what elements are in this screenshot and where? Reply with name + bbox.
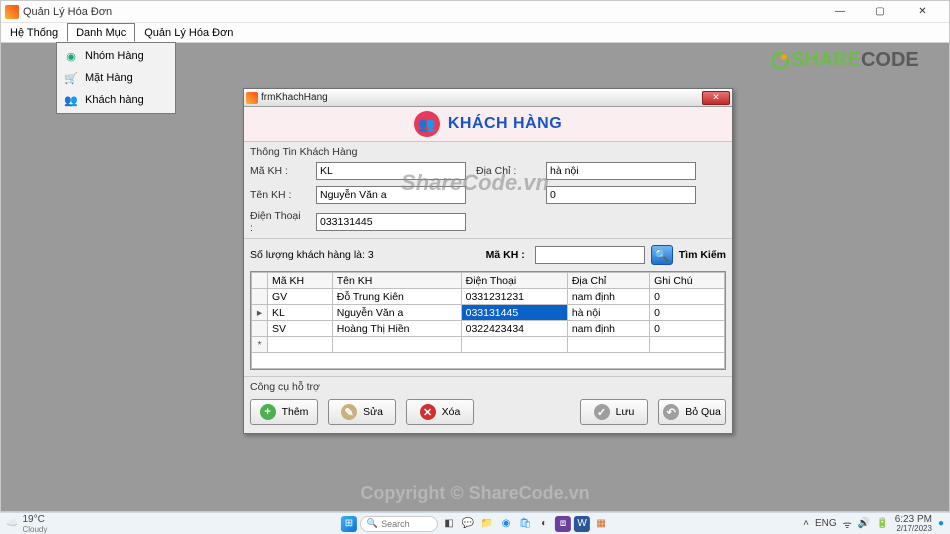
menu-item-mat-hang[interactable]: 🛒 Mặt Hàng bbox=[59, 67, 173, 89]
count-text: Số lượng khách hàng là: 3 bbox=[250, 249, 374, 261]
customer-window: frmKhachHang ✕ 👥 KHÁCH HÀNG Thông Tin Kh… bbox=[243, 88, 733, 434]
people-icon: 👥 bbox=[63, 92, 79, 108]
sql-icon[interactable]: ▦ bbox=[593, 516, 609, 532]
magnifier-icon: 🔍 bbox=[654, 248, 669, 262]
label-ma-kh: Mã KH : bbox=[250, 165, 306, 177]
search-input[interactable] bbox=[535, 246, 645, 264]
minimize-button[interactable]: — bbox=[820, 1, 860, 23]
battery-icon[interactable]: 🔋 bbox=[876, 518, 888, 529]
toolbar-title: Công cụ hỗ trợ bbox=[250, 381, 726, 393]
col-ghi-chu[interactable]: Ghi Chú bbox=[650, 273, 725, 289]
customers-icon: 👥 bbox=[414, 111, 440, 137]
label-dia-chi: Địa Chỉ : bbox=[476, 165, 536, 177]
menu-item-label: Khách hàng bbox=[85, 94, 144, 106]
input-dia-chi[interactable] bbox=[546, 162, 696, 180]
clock[interactable]: 6:23 PM 2/17/2023 bbox=[895, 515, 932, 533]
plus-icon: + bbox=[260, 404, 276, 420]
menu-quan-ly-hoa-don[interactable]: Quản Lý Hóa Đơn bbox=[135, 23, 242, 42]
menubar: Hệ Thống Danh Mục Quản Lý Hóa Đơn bbox=[1, 23, 949, 43]
search-button-label[interactable]: Tìm Kiếm bbox=[679, 249, 726, 261]
search-icon-button[interactable]: 🔍 bbox=[651, 245, 673, 265]
count-row: Số lượng khách hàng là: 3 Mã KH : 🔍 Tìm … bbox=[244, 238, 732, 271]
vs-icon[interactable]: ⧈ bbox=[555, 516, 571, 532]
task-view-icon[interactable]: ◧ bbox=[441, 516, 457, 532]
banner-title: KHÁCH HÀNG bbox=[448, 115, 562, 133]
weather-widget[interactable]: ☁️ 19°C Cloudy bbox=[6, 514, 47, 534]
menu-danh-muc-dropdown: ◉ Nhóm Hàng 🛒 Mặt Hàng 👥 Khách hàng bbox=[56, 42, 176, 114]
edge-icon[interactable]: ◉ bbox=[498, 516, 514, 532]
cart-icon: 🛒 bbox=[63, 70, 79, 86]
input-ten-kh[interactable] bbox=[316, 186, 466, 204]
condition: Cloudy bbox=[22, 525, 47, 534]
word-icon[interactable]: W bbox=[574, 516, 590, 532]
edit-button[interactable]: ✎Sửa bbox=[328, 399, 396, 425]
label-ten-kh: Tên KH : bbox=[250, 189, 306, 201]
add-button[interactable]: +Thêm bbox=[250, 399, 318, 425]
delete-button[interactable]: ✕Xóa bbox=[406, 399, 474, 425]
x-icon: ✕ bbox=[420, 404, 436, 420]
date: 2/17/2023 bbox=[895, 525, 932, 533]
table-row-new[interactable]: * bbox=[252, 337, 725, 353]
col-ma-kh[interactable]: Mã KH bbox=[268, 273, 333, 289]
chat-icon[interactable]: 💬 bbox=[460, 516, 476, 532]
temperature: 19°C bbox=[22, 514, 47, 525]
input-ghi-chu[interactable] bbox=[546, 186, 696, 204]
save-button[interactable]: ✓Lưu bbox=[580, 399, 648, 425]
language-indicator[interactable]: ENG bbox=[815, 518, 837, 529]
tray-chevron-icon[interactable]: ˄ bbox=[803, 518, 809, 529]
weather-icon: ☁️ bbox=[6, 518, 18, 529]
start-button[interactable]: ⊞ bbox=[341, 516, 357, 532]
undo-icon: ↶ bbox=[663, 404, 679, 420]
explorer-icon[interactable]: 📁 bbox=[479, 516, 495, 532]
taskbar[interactable]: ☁️ 19°C Cloudy ⊞ 🔍 ◧ 💬 📁 ◉ 🛍 ◐ ⧈ W ▦ ˄ E… bbox=[0, 512, 950, 534]
info-title: Thông Tin Khách Hàng bbox=[250, 146, 726, 158]
notifications-icon[interactable]: ● bbox=[938, 518, 944, 529]
menu-item-label: Mặt Hàng bbox=[85, 72, 133, 84]
menu-danh-muc[interactable]: Danh Mục bbox=[67, 23, 135, 42]
taskbar-search[interactable]: 🔍 bbox=[360, 516, 438, 532]
col-dien-thoai[interactable]: Điện Thoại bbox=[461, 273, 567, 289]
skip-button[interactable]: ↶Bỏ Qua bbox=[658, 399, 726, 425]
menu-he-thong[interactable]: Hệ Thống bbox=[1, 23, 67, 42]
taskbar-center: ⊞ 🔍 ◧ 💬 📁 ◉ 🛍 ◐ ⧈ W ▦ bbox=[341, 516, 609, 532]
search-icon: 🔍 bbox=[367, 518, 378, 529]
watermark-logo: SHARECODE.vn bbox=[771, 49, 939, 72]
col-ten-kh[interactable]: Tên KH bbox=[332, 273, 461, 289]
app-icon bbox=[5, 5, 19, 19]
info-section: Thông Tin Khách Hàng Mã KH : Địa Chỉ : T… bbox=[244, 141, 732, 238]
menu-item-label: Nhóm Hàng bbox=[85, 50, 144, 62]
label-dien-thoai: Điện Thoại : bbox=[250, 210, 306, 234]
close-button[interactable]: ✕ bbox=[900, 1, 945, 23]
maximize-button[interactable]: ▢ bbox=[860, 1, 900, 23]
titlebar[interactable]: Quản Lý Hóa Đơn — ▢ ✕ bbox=[1, 1, 949, 23]
wrench-icon: ✎ bbox=[341, 404, 357, 420]
child-titlebar[interactable]: frmKhachHang ✕ bbox=[244, 89, 732, 107]
form-icon bbox=[246, 92, 258, 104]
col-dia-chi[interactable]: Địa Chỉ bbox=[567, 273, 649, 289]
child-title: frmKhachHang bbox=[261, 92, 702, 103]
input-ma-kh[interactable] bbox=[316, 162, 466, 180]
table-row[interactable]: SVHoàng Thị Hiền0322423434nam định0 bbox=[252, 321, 725, 337]
chrome-icon[interactable]: ◐ bbox=[536, 516, 552, 532]
banner: 👥 KHÁCH HÀNG bbox=[244, 107, 732, 141]
toolbar: Công cụ hỗ trợ +Thêm ✎Sửa ✕Xóa ✓Lưu ↶Bỏ … bbox=[244, 376, 732, 433]
volume-icon[interactable]: 🔊 bbox=[858, 518, 870, 529]
wifi-icon[interactable]: ᯤ bbox=[843, 517, 852, 531]
child-close-button[interactable]: ✕ bbox=[702, 91, 730, 105]
table-row[interactable]: GVĐỗ Trung Kiên0331231231nam định0 bbox=[252, 289, 725, 305]
menu-item-nhom-hang[interactable]: ◉ Nhóm Hàng bbox=[59, 45, 173, 67]
menu-item-khach-hang[interactable]: 👥 Khách hàng bbox=[59, 89, 173, 111]
taskbar-search-input[interactable] bbox=[381, 519, 431, 529]
customers-grid[interactable]: Mã KH Tên KH Điện Thoại Địa Chỉ Ghi Chú … bbox=[250, 271, 726, 370]
time: 6:23 PM bbox=[895, 515, 932, 525]
search-label: Mã KH : bbox=[486, 249, 525, 261]
store-icon[interactable]: 🛍 bbox=[517, 516, 533, 532]
app-title: Quản Lý Hóa Đơn bbox=[23, 6, 820, 18]
check-icon: ✓ bbox=[594, 404, 610, 420]
table-row[interactable]: ▸ KLNguyễn Văn a033131445hà nội0 bbox=[252, 305, 725, 321]
input-dien-thoai[interactable] bbox=[316, 213, 466, 231]
circle-icon: ◉ bbox=[63, 48, 79, 64]
